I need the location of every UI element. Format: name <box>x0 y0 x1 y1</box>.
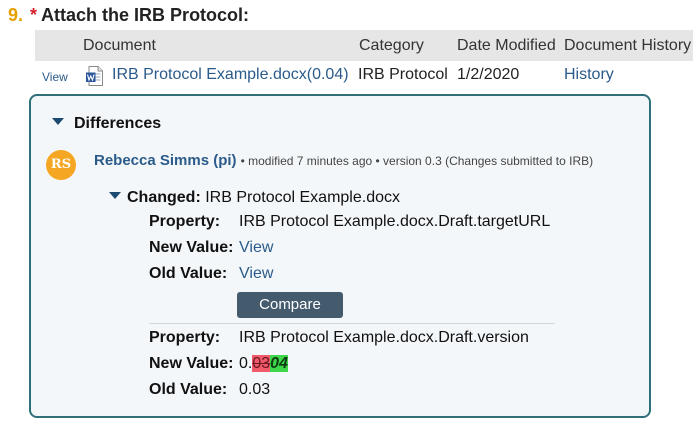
question-number: 9. <box>8 5 24 25</box>
caret-down-icon <box>52 118 64 126</box>
new-value-label: New Value: <box>149 355 234 372</box>
column-header-category: Category <box>359 37 424 54</box>
author-name-link[interactable]: Rebecca Simms (pi) <box>94 152 237 169</box>
required-marker: * <box>30 5 38 25</box>
property-value: IRB Protocol Example.docx.Draft.version <box>239 329 529 346</box>
new-value-label: New Value: <box>149 239 234 256</box>
change-author-line: Rebecca Simms (pi) • modified 7 minutes a… <box>94 152 593 169</box>
differences-title: Differences <box>74 115 162 132</box>
old-value: 0.03 <box>239 381 271 398</box>
changed-item-name: IRB Protocol Example.docx <box>205 189 400 206</box>
document-name-link[interactable]: IRB Protocol Example.docx(0.04) <box>112 66 349 84</box>
word-document-icon <box>86 66 103 86</box>
documents-table-header: Document Category Date Modified Document… <box>35 30 693 61</box>
view-document-link[interactable]: View <box>42 70 68 84</box>
question-text: Attach the IRB Protocol: <box>41 5 250 25</box>
document-category: IRB Protocol <box>358 66 448 83</box>
avatar: RS <box>46 150 76 180</box>
change-meta: • modified 7 minutes ago • version 0.3 (… <box>240 154 594 168</box>
deleted-text: 03 <box>252 355 271 372</box>
documents-table: Document Category Date Modified Document… <box>35 30 693 91</box>
new-value-diff: 0.0304 <box>239 355 288 373</box>
document-history-link[interactable]: History <box>564 66 614 84</box>
property-label: Property: <box>149 213 221 230</box>
inserted-text: 04 <box>270 355 288 372</box>
old-value-label: Old Value: <box>149 265 228 282</box>
differences-panel: Differences RS Rebecca Simms (pi) • modif… <box>29 94 651 418</box>
changed-item-toggle[interactable]: Changed: IRB Protocol Example.docx <box>109 189 400 207</box>
old-value-view-link[interactable]: View <box>239 265 273 283</box>
property-value: IRB Protocol Example.docx.Draft.targetUR… <box>239 213 551 230</box>
document-date-modified: 1/2/2020 <box>457 66 520 83</box>
new-value-view-link[interactable]: View <box>239 239 273 257</box>
column-header-document: Document <box>83 37 156 54</box>
old-value-label: Old Value: <box>149 381 228 398</box>
differences-toggle[interactable]: Differences <box>52 115 161 133</box>
caret-down-icon <box>109 192 121 200</box>
property-label: Property: <box>149 329 221 346</box>
new-value-prefix: 0. <box>239 355 253 372</box>
compare-button[interactable]: Compare <box>237 292 343 318</box>
column-header-document-history: Document History <box>564 37 692 54</box>
question-title: 9. * Attach the IRB Protocol: <box>8 5 249 26</box>
column-header-date-modified: Date Modified <box>457 37 556 54</box>
table-row: View IRB Protocol Example.docx(0.04) IRB… <box>35 61 693 91</box>
divider <box>149 323 555 324</box>
changed-label: Changed: <box>127 189 201 206</box>
